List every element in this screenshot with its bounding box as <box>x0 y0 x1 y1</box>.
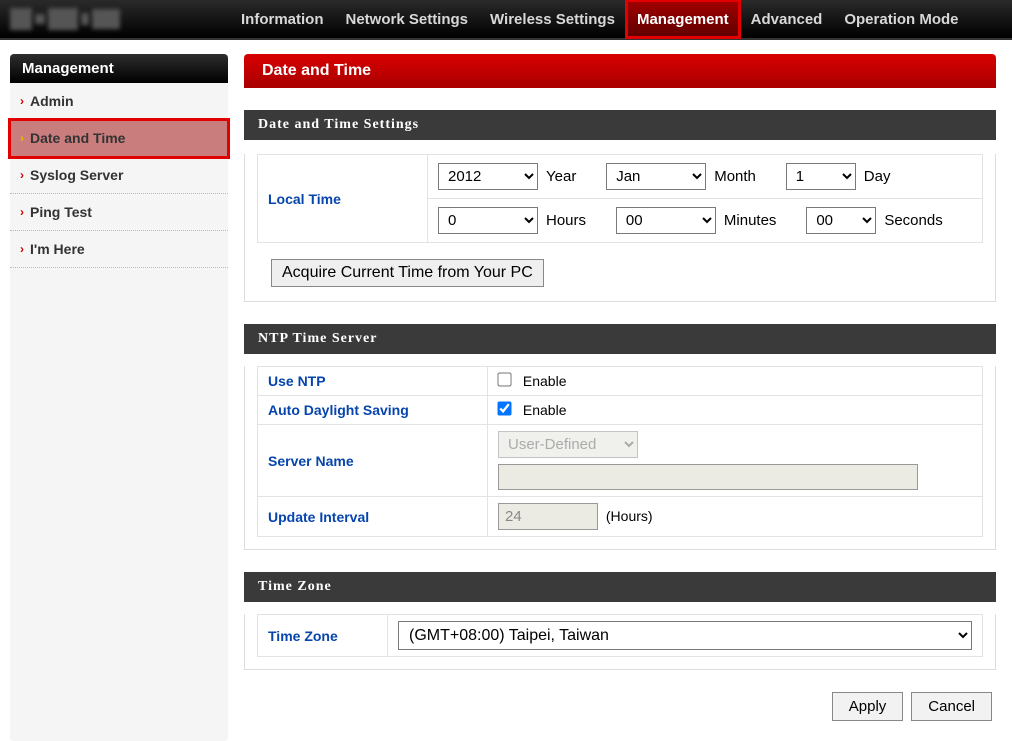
server-name-select[interactable]: User-Defined <box>498 431 638 458</box>
sidebar-item-ping-test[interactable]: › Ping Test <box>10 194 228 231</box>
brand-logo <box>10 6 120 32</box>
hours-select[interactable]: 0 <box>438 207 538 234</box>
nav-management[interactable]: Management <box>626 0 740 38</box>
sidebar-item-label: Date and Time <box>30 130 125 146</box>
year-label: Year <box>546 168 576 185</box>
minutes-select[interactable]: 00 <box>616 207 716 234</box>
chevron-right-icon: › <box>20 94 24 108</box>
chevron-right-icon: › <box>20 168 24 182</box>
sidebar-item-im-here[interactable]: › I'm Here <box>10 231 228 268</box>
month-label: Month <box>714 168 756 185</box>
main-content: Date and Time Date and Time Settings Loc… <box>228 54 1012 741</box>
sidebar-item-label: Syslog Server <box>30 167 123 183</box>
use-ntp-label: Use NTP <box>258 367 488 396</box>
cancel-button[interactable]: Cancel <box>911 692 992 721</box>
date-row: 2012 Year Jan Month 1 Day <box>428 155 983 199</box>
acquire-time-button[interactable]: Acquire Current Time from Your PC <box>271 259 544 287</box>
local-time-label: Local Time <box>258 155 428 243</box>
hours-label: Hours <box>546 212 586 229</box>
section-time-zone: Time Zone Time Zone (GMT+08:00) Taipei, … <box>244 572 996 670</box>
use-ntp-checkbox[interactable] <box>497 372 511 386</box>
year-select[interactable]: 2012 <box>438 163 538 190</box>
sidebar-item-date-and-time[interactable]: › Date and Time <box>10 120 228 157</box>
sidebar-item-label: Admin <box>30 93 74 109</box>
auto-dls-enable-text: Enable <box>523 402 567 418</box>
section-header-date-time: Date and Time Settings <box>244 110 996 140</box>
time-zone-select[interactable]: (GMT+08:00) Taipei, Taiwan <box>398 621 972 650</box>
apply-button[interactable]: Apply <box>832 692 904 721</box>
minutes-label: Minutes <box>724 212 777 229</box>
day-label: Day <box>864 168 891 185</box>
primary-nav: Information Network Settings Wireless Se… <box>230 0 970 38</box>
seconds-select[interactable]: 00 <box>806 207 876 234</box>
chevron-right-icon: › <box>20 205 24 219</box>
sidebar-item-admin[interactable]: › Admin <box>10 83 228 120</box>
footer-buttons: Apply Cancel <box>244 692 996 721</box>
section-date-time: Date and Time Settings Local Time 2012 Y… <box>244 110 996 302</box>
time-row: 0 Hours 00 Minutes 00 Seconds <box>428 199 983 243</box>
nav-operation-mode[interactable]: Operation Mode <box>833 0 969 38</box>
sidebar-item-label: Ping Test <box>30 204 92 220</box>
nav-advanced[interactable]: Advanced <box>740 0 834 38</box>
update-interval-input[interactable] <box>498 503 598 530</box>
nav-network-settings[interactable]: Network Settings <box>335 0 480 38</box>
auto-dls-label: Auto Daylight Saving <box>258 396 488 425</box>
auto-dls-checkbox[interactable] <box>497 401 511 415</box>
day-select[interactable]: 1 <box>786 163 856 190</box>
section-header-time-zone: Time Zone <box>244 572 996 602</box>
nav-wireless-settings[interactable]: Wireless Settings <box>479 0 626 38</box>
seconds-label: Seconds <box>884 212 942 229</box>
update-interval-unit: (Hours) <box>606 508 653 524</box>
page-title: Date and Time <box>244 54 996 88</box>
top-navbar: Information Network Settings Wireless Se… <box>0 0 1012 40</box>
nav-information[interactable]: Information <box>230 0 335 38</box>
sidebar: Management › Admin › Date and Time › Sys… <box>10 54 228 741</box>
section-ntp: NTP Time Server Use NTP Enable Auto Dayl… <box>244 324 996 550</box>
update-interval-label: Update Interval <box>258 497 488 537</box>
sidebar-item-label: I'm Here <box>30 241 85 257</box>
sidebar-title: Management <box>10 54 228 83</box>
use-ntp-enable-text: Enable <box>523 373 567 389</box>
server-name-input[interactable] <box>498 464 918 490</box>
time-zone-label: Time Zone <box>258 615 388 657</box>
sidebar-item-syslog-server[interactable]: › Syslog Server <box>10 157 228 194</box>
chevron-right-icon: › <box>20 242 24 256</box>
server-name-label: Server Name <box>258 425 488 497</box>
section-header-ntp: NTP Time Server <box>244 324 996 354</box>
chevron-right-icon: › <box>20 131 24 145</box>
month-select[interactable]: Jan <box>606 163 706 190</box>
